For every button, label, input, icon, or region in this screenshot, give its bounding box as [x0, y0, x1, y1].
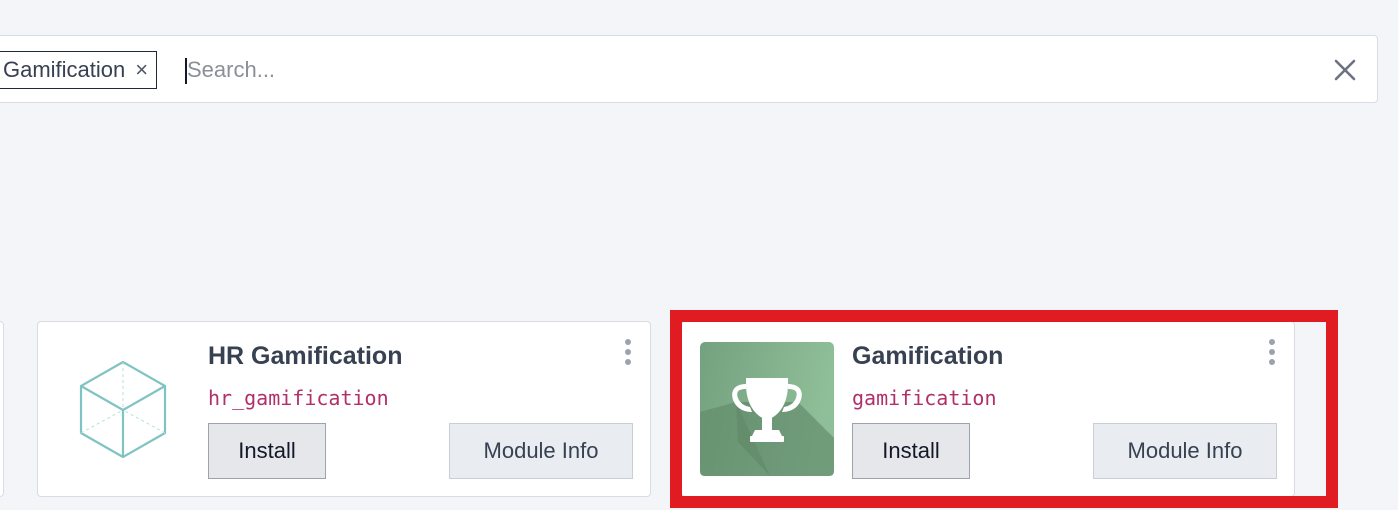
- search-facet-label: Gamification: [3, 57, 126, 82]
- module-title: HR Gamification: [208, 342, 403, 370]
- facet-remove-icon[interactable]: ×: [135, 59, 148, 81]
- kebab-menu-icon[interactable]: [1266, 338, 1278, 366]
- install-button[interactable]: Install: [208, 423, 326, 479]
- module-title: Gamification: [852, 342, 1004, 370]
- search-bar: Gamification ×: [0, 35, 1378, 103]
- module-info-button[interactable]: Module Info: [449, 423, 633, 479]
- clear-search-icon[interactable]: [1331, 56, 1359, 84]
- module-card-hr-gamification[interactable]: HR Gamification hr_gamification Install …: [37, 321, 651, 497]
- module-info-button[interactable]: Module Info: [1093, 423, 1277, 479]
- search-input[interactable]: [187, 50, 1307, 90]
- module-card-gamification[interactable]: Gamification gamification Install Module…: [681, 321, 1295, 497]
- module-card-partial: [0, 321, 4, 497]
- search-facet-category: Gamification ×: [0, 51, 158, 89]
- module-technical-name: hr_gamification: [208, 386, 389, 410]
- cube-icon: [56, 342, 190, 476]
- trophy-icon: [700, 342, 834, 476]
- install-button[interactable]: Install: [852, 423, 970, 479]
- module-technical-name: gamification: [852, 386, 997, 410]
- kebab-menu-icon[interactable]: [622, 338, 634, 366]
- apps-page: Gamification × HR Gamification: [0, 0, 1398, 510]
